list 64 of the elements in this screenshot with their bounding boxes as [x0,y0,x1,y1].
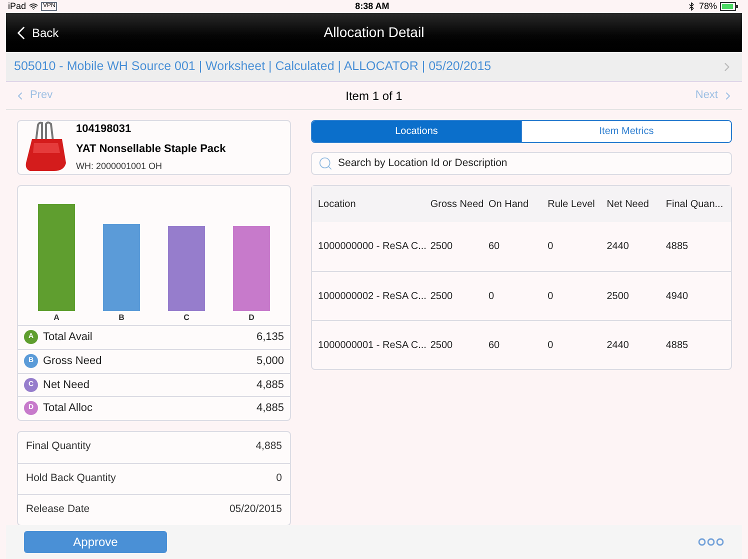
item-number: 104198031 [76,122,132,137]
legend-label: Gross Need [43,354,103,369]
battery-percent: 78% [698,0,717,13]
breadcrumb-text: 505010 - Mobile WH Source 001 | Worksheet | Calculated | ALLOCATOR | 05/20/2015 [14,58,492,76]
search-field[interactable]: Search by Location Id or Description [311,152,732,175]
approve-button[interactable]: Approve [24,531,167,553]
handbag-icon [24,121,68,174]
column-header: Final Quan... [666,198,724,212]
table-cell-text: 2500 [430,240,454,254]
more-icon[interactable] [698,538,724,546]
table-cell-text: 2440 [606,240,630,254]
table-cell-text: 4885 [666,338,690,352]
bar-label: A [54,312,60,324]
table-cell-text: 2440 [606,338,630,352]
item-position: Item 1 of 1 [346,88,402,104]
segment-tab[interactable]: Item Metrics [521,121,731,142]
clock-time: 8:38 AM [354,0,390,13]
bar-label: C [184,312,190,324]
detail-label: Final Quantity [26,439,92,454]
table-cell-text: 0 [548,338,554,352]
segment-tab[interactable]: Locations [312,121,521,142]
breadcrumb-bar[interactable]: 505010 - Mobile WH Source 001 | Worksheet | Calculated | ALLOCATOR | 05/20/2015 [6,52,742,82]
table-cell-text: 0 [548,290,554,304]
bar-label: B [118,312,124,324]
search-icon [318,156,333,171]
item-name: YAT Nonsellable Staple Pack [76,142,226,156]
column-header: On Hand [488,198,530,212]
table-cell-text: 4940 [666,290,690,304]
back-button[interactable]: Back [6,22,59,44]
bar-label: D [248,312,254,324]
column-header: Net Need [606,198,650,212]
legend-value: 6,135 [256,330,284,345]
legend-value: 5,000 [256,354,284,369]
legend-value: 4,885 [256,401,284,416]
detail-label: Release Date [26,502,91,517]
detail-value: 4,885 [256,439,282,454]
table-cell-text: 60 [488,240,501,254]
column-header: Rule Level [548,198,596,212]
table-cell-text: 1000000000 - ReSA C... [318,240,428,254]
table-cell-text: 0 [548,240,554,254]
bluetooth-icon [686,2,696,11]
battery-icon [720,2,740,11]
page-title: Allocation Detail [324,23,424,42]
table-cell-text: 4885 [666,240,690,254]
table-cell-text: 0 [488,290,496,304]
device-label: iPad [8,0,26,13]
detail-label: Hold Back Quantity [26,470,117,486]
table-cell-text: 2500 [606,290,630,304]
table-cell-text: 2500 [430,290,454,304]
search-input[interactable]: Search by Location Id or Description [338,156,725,172]
column-header: Location [318,198,357,212]
table-cell-text: 2500 [430,338,454,352]
wifi-icon [29,2,38,11]
detail-value: 0 [276,470,282,486]
warehouse-label: WH: 2000001001 OH [76,160,164,173]
table-cell-text: 1000000001 - ReSA C... [318,338,428,352]
legend-label: Total Alloc [43,401,94,416]
legend-value: 4,885 [256,378,284,392]
legend-label: Net Need [43,378,90,392]
detail-value: 05/20/2015 [229,502,282,517]
table-cell-text: 60 [488,338,501,352]
column-header: Gross Need [430,198,485,212]
legend-label: Total Avail [43,330,94,345]
table-cell-text: 1000000002 - ReSA C... [318,290,428,304]
